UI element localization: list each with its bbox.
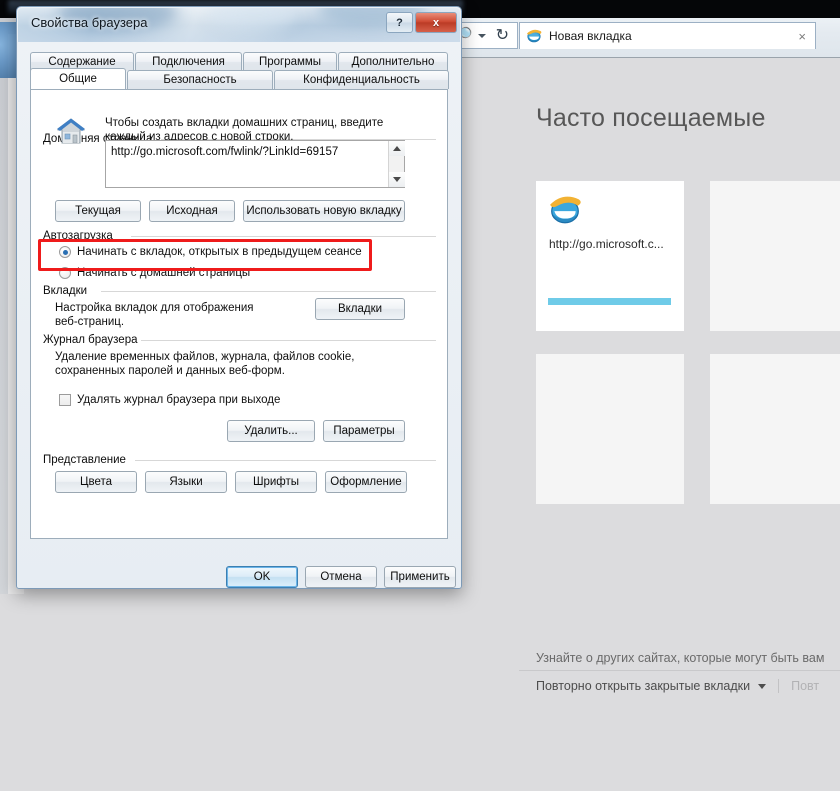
delete-history-on-exit-label: Удалять журнал браузера при выходе [77,394,281,406]
tab-programs[interactable]: Программы [243,52,337,71]
frequent-site-tile[interactable] [710,181,840,331]
suggestion-text: Узнайте о других сайтах, которые могут б… [536,651,825,665]
tabs-group-label: Вкладки [43,285,93,297]
screen-root: 🔍 ↻ Новая вкладка × Часто посещаемые htt… [0,0,840,791]
group-divider [101,291,436,292]
tab-advanced[interactable]: Дополнительно [338,52,448,71]
tile-accent-bar [548,298,671,305]
footer-actions: Повторно открыть закрытые вкладки Повт [536,679,819,693]
frequent-site-tile[interactable] [710,354,840,504]
internet-explorer-logo-icon [548,193,582,227]
close-icon[interactable]: × [795,29,809,44]
frequent-site-tile[interactable]: http://go.microsoft.c... [536,181,684,331]
radio-icon[interactable] [59,267,71,279]
fonts-button[interactable]: Шрифты [235,471,317,493]
browser-tab[interactable]: Новая вкладка × [519,22,816,49]
startup-option-home-page[interactable]: Начинать с домашней страницы [59,267,250,279]
apply-button[interactable]: Применить [384,566,456,588]
startup-option-label: Начинать с вкладок, открытых в предыдуще… [77,246,362,258]
browser-tab-title: Новая вкладка [549,29,632,43]
internet-options-dialog: Свойства браузера ? x Содержание Подключ… [16,6,462,589]
scroll-down-icon[interactable] [389,172,405,187]
radio-icon[interactable] [59,246,71,258]
appearance-group-label: Представление [43,454,131,466]
colors-button[interactable]: Цвета [55,471,137,493]
tab-strip-row-2: Общие Безопасность Конфиденциальность [30,68,450,89]
tab-connections[interactable]: Подключения [135,52,242,71]
use-new-tab-button[interactable]: Использовать новую вкладку [243,200,405,222]
scrollbar[interactable] [388,141,405,187]
startup-option-previous-session[interactable]: Начинать с вкладок, открытых в предыдуще… [59,246,362,258]
homepage-url-value: http://go.microsoft.com/fwlink/?LinkId=6… [111,146,339,158]
checkbox-icon[interactable] [59,394,71,406]
ok-button[interactable]: OK [226,566,298,588]
reopen-secondary-link[interactable]: Повт [791,679,819,693]
frequent-site-tile[interactable] [536,354,684,504]
group-divider [141,340,436,341]
tab-security[interactable]: Безопасность [127,70,273,89]
internet-explorer-logo-icon [526,28,542,44]
tab-general[interactable]: Общие [30,68,126,89]
tab-privacy[interactable]: Конфиденциальность [274,70,449,89]
dialog-title: Свойства браузера [31,15,148,30]
tabs-settings-button[interactable]: Вкладки [315,298,405,320]
startup-group-label: Автозагрузка [43,230,118,242]
home-icon [55,116,87,146]
delete-history-button[interactable]: Удалить... [227,420,315,442]
history-settings-button[interactable]: Параметры [323,420,405,442]
dialog-body: Содержание Подключения Программы Дополни… [17,42,461,589]
refresh-icon[interactable]: ↻ [496,27,509,45]
address-bar-icons: 🔍 ↻ [454,26,509,46]
use-current-button[interactable]: Текущая [55,200,141,222]
close-button[interactable]: x [415,12,457,33]
accessibility-button[interactable]: Оформление [325,471,407,493]
startup-option-label: Начинать с домашней страницы [77,267,251,279]
history-group-label: Журнал браузера [43,334,143,346]
help-button[interactable]: ? [386,12,413,33]
divider [778,679,780,693]
group-divider [131,236,436,237]
scroll-up-icon[interactable] [389,141,405,156]
use-default-button[interactable]: Исходная [149,200,235,222]
languages-button[interactable]: Языки [145,471,227,493]
reopen-closed-tabs-link[interactable]: Повторно открыть закрытые вкладки [536,679,750,693]
footer-divider [519,670,840,671]
chevron-down-icon[interactable] [477,34,486,38]
general-tab-panel: Домашняя страница Чтобы создать вкладки … [30,89,448,539]
page-title: Часто посещаемые [536,104,766,132]
history-description: Удаление временных файлов, журнала, файл… [55,351,355,377]
group-divider [135,460,436,461]
cancel-button[interactable]: Отмена [305,566,377,588]
delete-history-on-exit-checkbox[interactable]: Удалять журнал браузера при выходе [59,394,280,406]
tabs-description: Настройка вкладок для отображения веб-ст… [55,302,254,328]
homepage-url-field[interactable]: http://go.microsoft.com/fwlink/?LinkId=6… [105,140,405,188]
chevron-down-icon[interactable] [758,683,767,689]
tile-label: http://go.microsoft.c... [549,237,664,251]
